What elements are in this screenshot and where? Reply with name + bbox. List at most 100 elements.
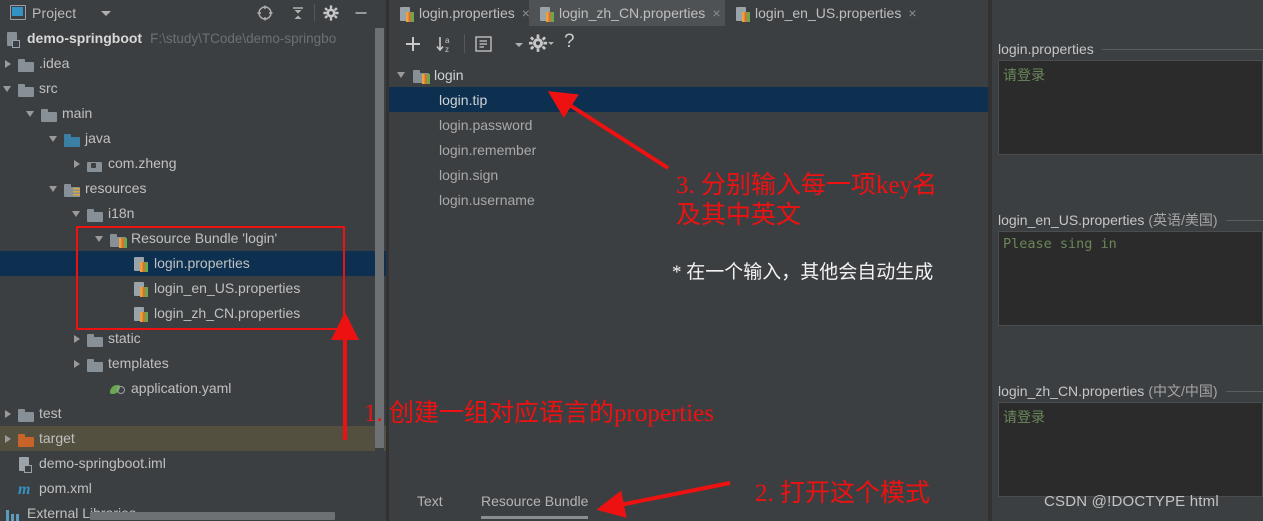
translation-file-name: login_en_US.properties: [998, 212, 1145, 228]
tree-toggle-down-icon[interactable]: [95, 234, 105, 244]
collapse-all-icon[interactable]: [289, 4, 307, 22]
gear-caret-icon[interactable]: [548, 42, 554, 45]
caret-down-icon[interactable]: [101, 11, 111, 16]
translation-value-text: Please sing in: [1003, 236, 1117, 252]
editor-tab[interactable]: login_zh_CN.properties ×: [529, 0, 725, 26]
translation-value-input[interactable]: 请登录: [998, 60, 1263, 155]
editor-tab-bar: login.properties × login_zh_CN.properties ×…: [389, 0, 1263, 26]
project-tree-row[interactable]: .idea: [0, 51, 389, 76]
project-tree-row[interactable]: main: [0, 101, 389, 126]
tree-toggle-right-icon[interactable]: [3, 434, 13, 444]
project-tree-row[interactable]: templates: [0, 351, 389, 376]
bundle-key-row[interactable]: login.sign: [389, 162, 988, 187]
resource-bundle-key-tree[interactable]: login login.tip login.password login.rememb…: [389, 62, 988, 444]
folder-excluded-icon: [18, 433, 34, 447]
tree-toggle-right-icon[interactable]: [3, 409, 13, 419]
tree-toggle-down-icon[interactable]: [72, 209, 82, 219]
project-tree-row[interactable]: java: [0, 126, 389, 151]
project-tree-row[interactable]: demo-springboot.iml: [0, 451, 389, 476]
svg-text:a: a: [445, 36, 450, 45]
editor-bottom-tab[interactable]: Text: [417, 493, 443, 516]
tree-toggle-right-icon[interactable]: [72, 334, 82, 344]
editor-bottom-tab-label: Resource Bundle: [481, 493, 589, 509]
project-tree-row[interactable]: test: [0, 401, 389, 426]
chevron-down-icon[interactable]: [515, 43, 523, 47]
tree-toggle-down-icon[interactable]: [49, 184, 59, 194]
translation-file-name: login.properties: [998, 41, 1094, 57]
project-tree-row[interactable]: target: [0, 426, 389, 451]
project-tree-row-label: test: [39, 405, 62, 421]
toolbar-divider: [464, 34, 465, 53]
project-tree-row-label: static: [108, 330, 141, 346]
editor-bottom-tabs: Text Resource Bundle: [389, 485, 988, 521]
tree-toggle-down-icon[interactable]: [26, 109, 36, 119]
project-tree-row-label: src: [39, 80, 58, 96]
project-vertical-scrollbar[interactable]: [375, 28, 384, 448]
translation-locale: (英语/美国): [1148, 212, 1218, 228]
bundle-key-row[interactable]: login.tip: [389, 87, 988, 112]
resources-folder-icon: [64, 183, 80, 197]
package-icon: [87, 159, 102, 172]
ide-window: Project demo-springboot F:\study\TCode\d…: [0, 0, 1263, 521]
project-tree-row[interactable]: login.properties: [0, 251, 389, 276]
translation-values-panel: login.properties 请登录 login_en_US.propertie…: [992, 26, 1263, 521]
project-tree-row[interactable]: demo-springboot F:\study\TCode\demo-sprin…: [0, 26, 389, 51]
bundle-tree-root[interactable]: login: [389, 62, 988, 87]
project-tree-row-label: main: [62, 105, 93, 121]
project-tree-row[interactable]: i18n: [0, 201, 389, 226]
editor-tab[interactable]: login_en_US.properties ×: [725, 0, 917, 26]
project-tree-row-label: Resource Bundle 'login': [131, 230, 278, 246]
close-icon[interactable]: ×: [712, 6, 720, 20]
svg-text:z: z: [445, 45, 449, 54]
project-tree-row-label: templates: [108, 355, 169, 371]
project-tree-row-label: target: [39, 430, 75, 446]
project-tree-row[interactable]: login_en_US.properties: [0, 276, 389, 301]
tree-toggle-right-icon[interactable]: [3, 59, 13, 69]
project-tree-row[interactable]: login_zh_CN.properties: [0, 301, 389, 326]
help-button[interactable]: ?: [564, 31, 575, 53]
resource-bundle-icon: [110, 233, 127, 248]
project-tree-row[interactable]: Resource Bundle 'login': [0, 226, 389, 251]
project-tree-row[interactable]: application.yaml: [0, 376, 389, 401]
translation-value-input[interactable]: Please sing in: [998, 231, 1263, 326]
maven-file-icon: m: [18, 481, 31, 499]
settings-gear-button[interactable]: [527, 33, 549, 55]
folder-icon: [18, 408, 34, 422]
project-tree-row-label: demo-springboot.iml: [39, 455, 166, 471]
project-tree-row[interactable]: src: [0, 76, 389, 101]
add-property-button[interactable]: [402, 33, 424, 55]
project-tree-row-label: login_en_US.properties: [154, 280, 301, 296]
properties-file-icon: [133, 282, 148, 298]
tree-toggle-down-icon[interactable]: [397, 70, 407, 80]
sort-alphabetically-button[interactable]: a z: [433, 33, 457, 55]
settings-gear-icon[interactable]: [322, 4, 340, 22]
bundle-key-row[interactable]: login.remember: [389, 137, 988, 162]
editor-tab[interactable]: login.properties ×: [389, 0, 530, 26]
bundle-tree-root-label: login: [434, 66, 464, 83]
project-file-tree[interactable]: demo-springboot F:\study\TCode\demo-sprin…: [0, 26, 389, 521]
project-tree-row[interactable]: static: [0, 326, 389, 351]
tree-toggle-down-icon[interactable]: [3, 84, 13, 94]
group-by-button[interactable]: [472, 33, 496, 55]
tree-toggle-right-icon[interactable]: [72, 359, 82, 369]
project-tree-row[interactable]: resources: [0, 176, 389, 201]
project-tree-row-label: i18n: [108, 205, 135, 221]
close-icon[interactable]: ×: [908, 6, 916, 20]
tree-toggle-right-icon[interactable]: [72, 159, 82, 169]
translation-group: login.properties 请登录: [992, 38, 1263, 155]
project-tree-row[interactable]: com.zheng: [0, 151, 389, 176]
hide-minimize-icon[interactable]: [352, 4, 370, 22]
project-horizontal-scrollbar[interactable]: [90, 512, 335, 520]
editor-bottom-tab[interactable]: Resource Bundle: [481, 493, 589, 519]
bundle-key-row[interactable]: login.username: [389, 187, 988, 212]
project-panel: Project demo-springboot F:\study\TCode\d…: [0, 0, 389, 521]
project-tree-row-label: java: [85, 130, 111, 146]
project-tree-row-label: com.zheng: [108, 155, 177, 171]
tree-toggle-down-icon[interactable]: [49, 134, 59, 144]
yaml-file-icon: [110, 383, 126, 397]
bundle-key-row[interactable]: login.password: [389, 112, 988, 137]
locate-target-icon[interactable]: [256, 4, 274, 22]
translation-value-input[interactable]: 请登录: [998, 402, 1263, 497]
project-tree-row[interactable]: m pom.xml: [0, 476, 389, 501]
folder-icon: [87, 333, 103, 347]
